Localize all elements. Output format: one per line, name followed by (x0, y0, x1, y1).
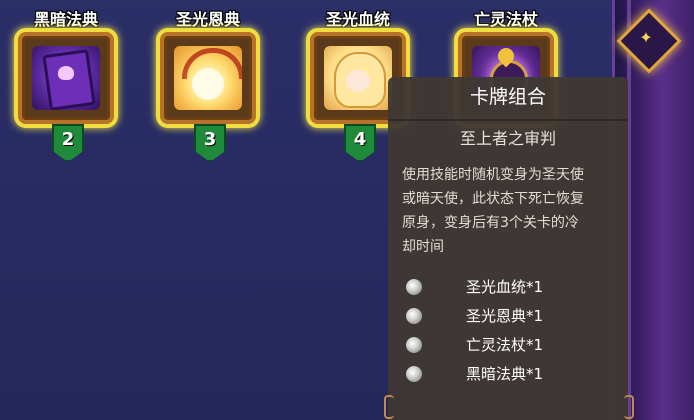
dark-tome-art (32, 46, 100, 110)
level-badge: 3 (194, 124, 226, 162)
level-badge: 4 (344, 124, 376, 162)
card-frame (156, 28, 260, 128)
card-dark-tome[interactable]: 黑暗法典 2 (10, 6, 122, 162)
angel-face-icon (346, 70, 370, 92)
light-orb-icon (192, 68, 224, 100)
card-combo-tooltip: 卡牌组合 至上者之审判 使用技能时随机变身为圣天使或暗天使，此状态下死亡恢复原身… (384, 77, 634, 420)
card-name: 圣光恩典 (175, 10, 240, 29)
card-name: 黑暗法典 (33, 10, 98, 29)
card-name: 亡灵法杖 (473, 10, 538, 29)
card-holy-grace[interactable]: 圣光恩典 3 (152, 6, 264, 162)
requirement-label: 圣光血统*1 (466, 278, 544, 296)
character-nav-button[interactable]: ✦ (616, 8, 682, 74)
skull-icon (58, 66, 74, 80)
card-frame (14, 28, 118, 128)
requirement-item: 圣光血统*1 (402, 273, 602, 302)
requirement-item: 亡灵法杖*1 (402, 331, 602, 360)
card-name: 圣光血统 (325, 10, 390, 29)
tooltip-corner-left (384, 395, 394, 419)
combo-name: 至上者之审判 (459, 129, 556, 148)
requirement-item: 圣光恩典*1 (402, 302, 602, 331)
requirement-orb-icon (406, 366, 422, 382)
tooltip-divider (388, 119, 628, 121)
holy-bloodline-art (324, 46, 392, 110)
requirement-item: 黑暗法典*1 (402, 360, 602, 389)
requirement-label: 黑暗法典*1 (466, 365, 544, 383)
requirement-label: 亡灵法杖*1 (466, 336, 544, 354)
combo-description: 使用技能时随机变身为圣天使或暗天使，此状态下死亡恢复原身，变身后有3个关卡的冷却… (402, 167, 584, 255)
requirement-label: 圣光恩典*1 (466, 307, 544, 325)
tooltip-title: 卡牌组合 (469, 86, 546, 108)
level-badge: 2 (52, 124, 84, 162)
requirement-orb-icon (406, 279, 422, 295)
requirement-list: 圣光血统*1 圣光恩典*1 亡灵法杖*1 黑暗法典*1 (402, 273, 602, 389)
tooltip-corner-right (624, 395, 634, 419)
requirement-orb-icon (406, 337, 422, 353)
character-icon: ✦ (639, 28, 653, 47)
holy-grace-art (174, 46, 242, 110)
requirement-orb-icon (406, 308, 422, 324)
